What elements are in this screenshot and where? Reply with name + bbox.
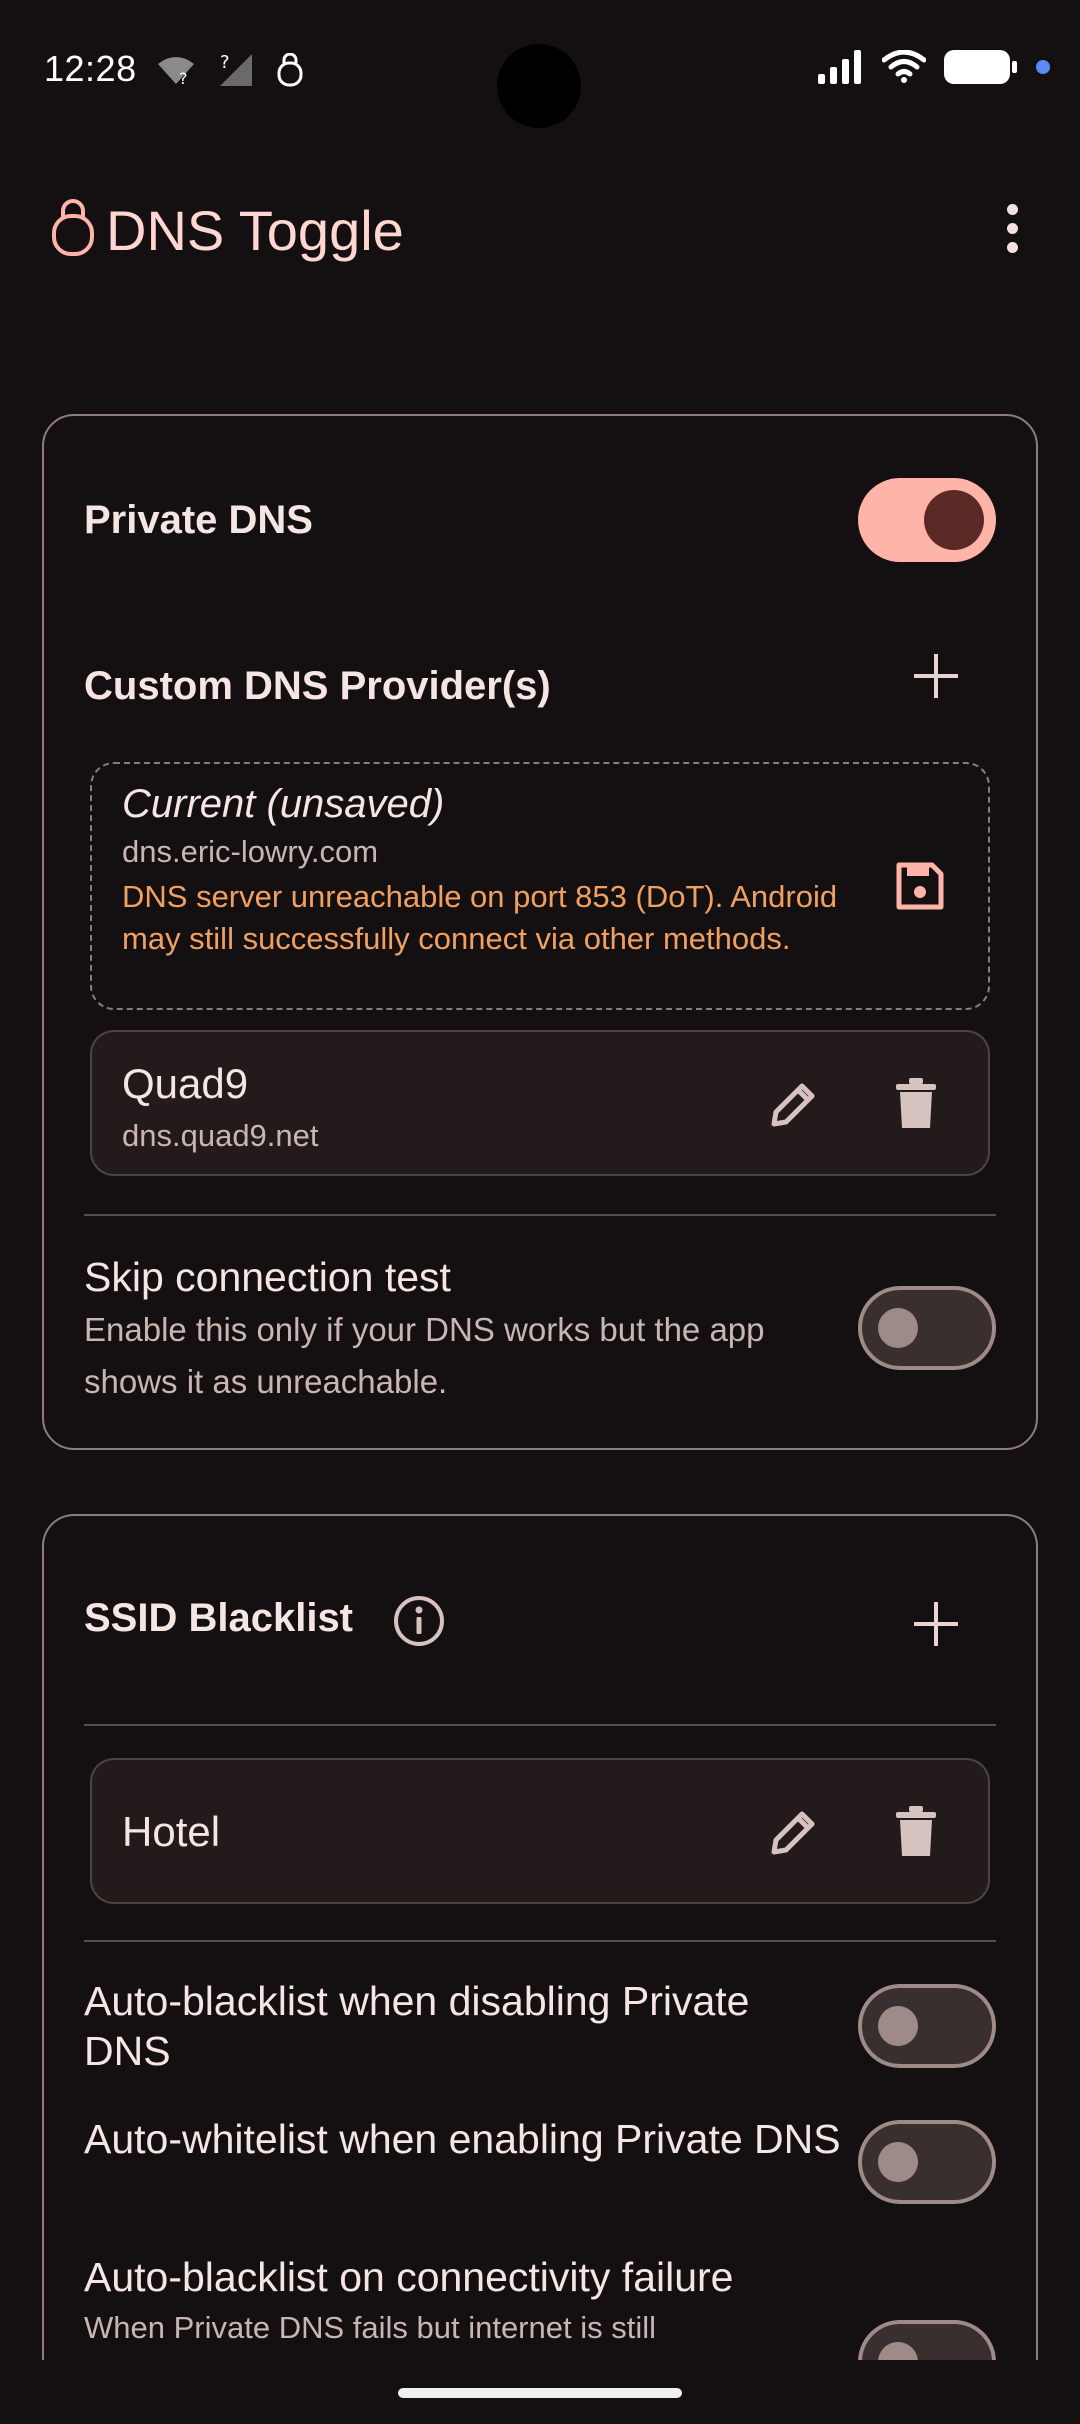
divider [84, 1724, 996, 1726]
wifi-icon [882, 50, 926, 83]
svg-text:?: ? [179, 69, 188, 86]
save-icon[interactable] [894, 860, 946, 912]
top-app-bar: DNS Toggle [0, 180, 1080, 280]
status-left-icons: ? ? [156, 52, 304, 88]
camera-cutout [497, 44, 581, 128]
signal-icon [818, 50, 861, 84]
auto-blacklist-failure-subtitle: When Private DNS fails but internet is s… [84, 2310, 656, 2345]
auto-blacklist-disable-title: Auto-blacklist when disabling Private DN… [84, 1978, 750, 2074]
status-time: 12:28 [44, 48, 137, 89]
divider [84, 1214, 996, 1216]
auto-whitelist-enable-title: Auto-whitelist when enabling Private DNS [84, 2116, 841, 2162]
auto-blacklist-failure-title: Auto-blacklist on connectivity failure [84, 2254, 734, 2300]
info-icon[interactable] [392, 1594, 446, 1648]
add-dns-provider-button[interactable] [906, 646, 966, 706]
ssid-blacklist-header: SSID Blacklist [84, 1596, 354, 1640]
private-dns-toggle[interactable] [858, 478, 996, 562]
svg-text:?: ? [220, 52, 230, 73]
edit-icon[interactable] [768, 1806, 820, 1858]
delete-icon[interactable] [894, 1078, 938, 1130]
battery-icon [944, 50, 1017, 84]
provider-item[interactable]: Quad9 dns.quad9.net [90, 1030, 990, 1176]
ssid-name: Hotel [122, 1808, 221, 1855]
provider-name: Quad9 [122, 1060, 249, 1107]
edit-icon[interactable] [768, 1078, 820, 1130]
delete-icon[interactable] [894, 1806, 938, 1858]
custom-dns-header: Custom DNS Provider(s) [84, 664, 551, 708]
unsaved-title: Current (unsaved) [122, 782, 445, 826]
wifi-question-icon: ? [158, 57, 194, 86]
app-title: DNS Toggle [106, 199, 404, 262]
current-unsaved-provider: Current (unsaved) dns.eric-lowry.com DNS… [90, 762, 990, 1010]
overflow-menu-button[interactable] [984, 200, 1040, 256]
ssid-item[interactable]: Hotel [90, 1758, 990, 1904]
app-lock-icon [277, 53, 303, 87]
private-dns-card: Private DNS Custom DNS Provider(s) Curre… [42, 414, 1038, 1450]
ssid-blacklist-card: SSID Blacklist Hotel Auto-blacklist when… [42, 1514, 1038, 2424]
unsaved-host: dns.eric-lowry.com [122, 834, 379, 869]
status-bar: 12:28 ? ? [0, 0, 1080, 140]
skip-test-subtitle: Enable this only if your DNS works but t… [84, 1311, 765, 1400]
skip-test-title: Skip connection test [84, 1254, 451, 1300]
provider-host: dns.quad9.net [122, 1118, 319, 1153]
unreachable-warning: DNS server unreachable on port 853 (DoT)… [122, 879, 838, 956]
auto-blacklist-disable-toggle[interactable] [858, 1984, 996, 2068]
signal-question-icon: ? [220, 52, 252, 86]
auto-whitelist-enable-toggle[interactable] [858, 2120, 996, 2204]
notification-dot-icon [1036, 60, 1050, 74]
private-dns-label: Private DNS [84, 498, 313, 542]
add-ssid-button[interactable] [906, 1594, 966, 1654]
shield-lock-icon [52, 199, 94, 256]
status-right-icons [818, 50, 1050, 84]
skip-test-toggle[interactable] [858, 1286, 996, 1370]
home-indicator[interactable] [398, 2388, 682, 2398]
more-vert-icon [1006, 203, 1018, 215]
divider [84, 1940, 996, 1942]
